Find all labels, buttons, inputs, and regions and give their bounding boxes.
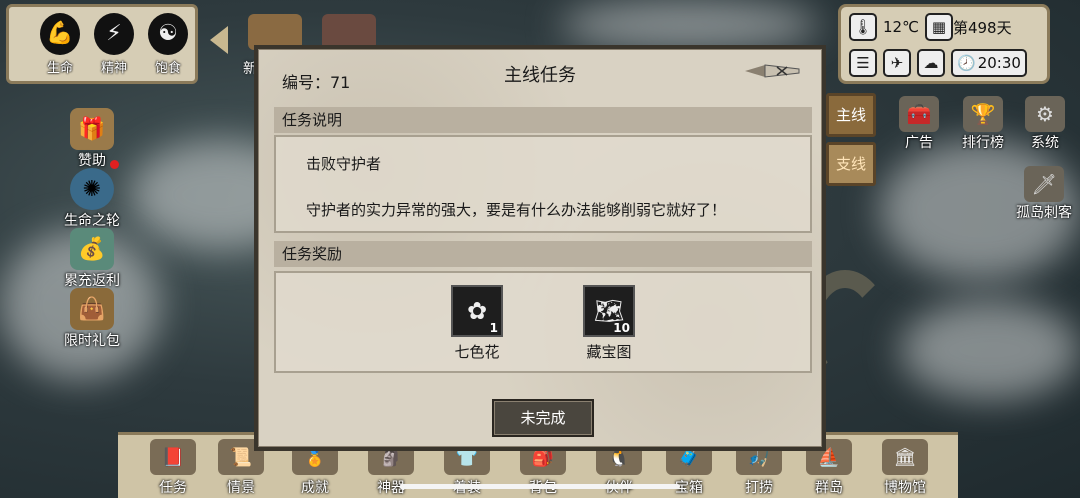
status-panel: 💪 生命 ⚡ 精神 ☯ 饱食 — [6, 4, 198, 84]
recharge-rebate-button[interactable]: 💰 累充返利 — [52, 228, 132, 290]
home-indicator[interactable] — [400, 484, 680, 489]
reward-header: 任务奖励 — [274, 241, 812, 267]
limited-gift-label: 限时礼包 — [64, 333, 120, 349]
ad-button[interactable]: 🧰 广告 — [886, 96, 952, 152]
day-value: 第498天 — [952, 18, 1012, 37]
bottom-item-label: 任务 — [159, 480, 187, 496]
leaderboard-button[interactable]: 🏆 排行榜 — [950, 96, 1016, 152]
left-arrow-icon[interactable] — [210, 26, 228, 54]
temperature-value: 12℃ — [883, 18, 919, 36]
clock-icon: 🕗 — [957, 54, 976, 72]
task-book-icon: 📕 — [150, 439, 196, 475]
life-stat[interactable]: 💪 生命 — [33, 13, 87, 76]
reward-name: 七色花 — [454, 343, 500, 361]
stomach-icon: ☯ — [148, 13, 188, 55]
clock: 🕗 20:30 — [951, 49, 1027, 77]
sponsor-label: 赞助 — [78, 153, 106, 169]
calendar-icon: ▦ — [924, 13, 953, 41]
reward-quantity: 1 — [489, 321, 498, 335]
dialog-title: 主线任务 — [504, 65, 576, 86]
quest-objective: 击败守护者 — [306, 155, 382, 173]
recharge-rebate-label: 累充返利 — [64, 273, 120, 289]
sponsor-button[interactable]: 🎁 赞助 — [52, 108, 132, 170]
notification-dot — [110, 160, 119, 169]
cloudy-icon: ☁ — [917, 49, 945, 77]
conditions-row: ☰ ✈ ☁ 🕗 20:30 — [849, 49, 1027, 77]
muscle-arm-icon: 💪 — [40, 13, 80, 55]
menu-icon[interactable]: ☰ — [849, 49, 877, 77]
money-bag-icon: 💰 — [70, 228, 114, 270]
limited-gift-button[interactable]: 👜 限时礼包 — [52, 288, 132, 350]
weather-row: 🌡 12℃ ▦ 第498天 — [849, 13, 1012, 41]
quest-dialog: 编号：71 主线任务 任务说明 击败守护者 守护者的实力异常的强大，要是有什么办… — [254, 45, 826, 451]
leaderboard-label: 排行榜 — [962, 135, 1004, 151]
thermometer-icon: 🌡 — [849, 13, 877, 41]
description-box: 击败守护者 守护者的实力异常的强大，要是有什么办法能够削弱它就好了！ — [274, 135, 812, 233]
island-assassin-label: 孤岛刺客 — [1016, 205, 1072, 221]
spirit-stat[interactable]: ⚡ 精神 — [87, 13, 141, 76]
system-label: 系统 — [1031, 135, 1059, 151]
winged-chest-icon: 🎁 — [70, 108, 114, 150]
gear-icon: ⚙ — [1025, 96, 1065, 132]
reward-box — [274, 271, 812, 373]
brain-lightning-icon: ⚡ — [94, 13, 134, 55]
close-icon[interactable] — [742, 61, 802, 81]
tab-main-quest[interactable]: 主线 — [826, 93, 876, 137]
reward-quantity: 10 — [613, 321, 630, 335]
tab-side-quest[interactable]: 支线 — [826, 142, 876, 186]
bottom-item-label: 情景 — [227, 480, 255, 496]
bottom-item-label: 打捞 — [745, 480, 773, 496]
satiety-stat[interactable]: ☯ 饱食 — [141, 13, 195, 76]
description-header: 任务说明 — [274, 107, 812, 133]
bottom-item-label: 成就 — [301, 480, 329, 496]
satiety-label: 饱食 — [154, 61, 181, 76]
quest-description: 守护者的实力异常的强大，要是有什么办法能够削弱它就好了！ — [306, 201, 727, 219]
bottom-item-task[interactable]: 📕 任务 — [140, 439, 206, 497]
reward-item[interactable]: ✿ 1 七色花 — [442, 285, 512, 362]
wheel-of-life-button[interactable]: ✺ 生命之轮 — [52, 168, 132, 230]
bottom-item-label: 群岛 — [815, 480, 843, 496]
island-assassin-button[interactable]: 🗡 孤岛刺客 — [1008, 166, 1080, 222]
museum-icon: 🏛 — [882, 439, 928, 475]
treasure-map-icon: 🗺 10 — [583, 285, 635, 337]
life-label: 生命 — [46, 61, 73, 76]
info-panel: 🌡 12℃ ▦ 第498天 ☰ ✈ ☁ 🕗 20:30 — [838, 4, 1050, 84]
reward-name: 藏宝图 — [586, 343, 632, 361]
spirit-label: 精神 — [100, 61, 127, 76]
wheel-of-life-icon: ✺ — [70, 168, 114, 210]
reward-item[interactable]: 🗺 10 藏宝图 — [574, 285, 644, 362]
bottom-item-label: 博物馆 — [884, 480, 926, 496]
wind-icon: ✈ — [883, 49, 911, 77]
ad-label: 广告 — [905, 135, 933, 151]
gift-bag-icon: 👜 — [70, 288, 114, 330]
bottom-item-museum[interactable]: 🏛 博物馆 — [872, 439, 938, 497]
cloud — [560, 0, 820, 50]
trophy-icon: 🏆 — [963, 96, 1003, 132]
time-value: 20:30 — [977, 54, 1021, 72]
cloud — [900, 300, 1080, 400]
wheel-of-life-label: 生命之轮 — [64, 213, 120, 229]
flower-icon: ✿ 1 — [451, 285, 503, 337]
dagger-icon: 🗡 — [1024, 166, 1064, 202]
ad-chest-icon: 🧰 — [899, 96, 939, 132]
quest-status-button[interactable]: 未完成 — [492, 399, 594, 437]
system-button[interactable]: ⚙ 系统 — [1012, 96, 1078, 152]
